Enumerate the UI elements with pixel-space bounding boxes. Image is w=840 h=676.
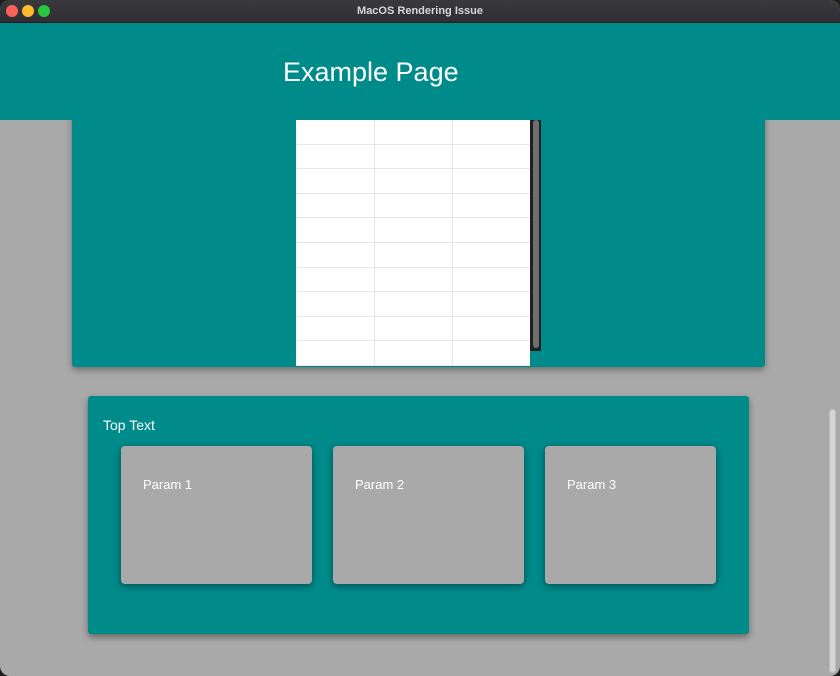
table-row[interactable] [296,340,530,366]
table-cell[interactable] [452,291,530,317]
table-cell[interactable] [374,168,453,194]
table-row[interactable] [296,316,530,342]
page-header: Example Page [0,23,840,120]
table-cell[interactable] [296,340,375,366]
table-row[interactable] [296,120,530,145]
window-title: MacOS Rendering Issue [357,5,483,17]
table-cell[interactable] [452,144,530,170]
table-cell[interactable] [452,316,530,342]
lower-card: Top Text Param 1 Param 2 Param 3 [88,396,749,634]
table-row[interactable] [296,144,530,170]
param-label: Param 3 [567,477,617,492]
table-row[interactable] [296,193,530,219]
data-table[interactable] [296,120,530,366]
window-scrollbar[interactable] [829,409,836,673]
table-scrollbar[interactable] [530,120,541,351]
table-row[interactable] [296,267,530,293]
table-row[interactable] [296,217,530,243]
table-row[interactable] [296,291,530,317]
table-cell[interactable] [374,193,453,219]
param-label: Param 1 [143,477,193,492]
top-text-label: Top Text [103,417,155,433]
table-cell[interactable] [374,267,453,293]
table-row[interactable] [296,242,530,268]
table-cell[interactable] [452,120,530,145]
table-cell[interactable] [452,193,530,219]
param-card-2[interactable]: Param 2 [333,446,524,584]
table-cell[interactable] [452,340,530,366]
table-cell[interactable] [452,217,530,243]
table-cell[interactable] [296,193,375,219]
table-cell[interactable] [374,217,453,243]
table-cell[interactable] [452,267,530,293]
table-cell[interactable] [374,316,453,342]
title-bar[interactable]: MacOS Rendering Issue [0,0,840,23]
table-cell[interactable] [296,242,375,268]
table-cell[interactable] [296,144,375,170]
table-cell[interactable] [452,242,530,268]
table-cell[interactable] [374,120,453,145]
app-window: MacOS Rendering Issue Example Page Top T… [0,0,840,676]
table-scrollbar-thumb[interactable] [533,120,539,348]
table-cell[interactable] [296,217,375,243]
page-title: Example Page [283,57,459,87]
table-row[interactable] [296,168,530,194]
table-cell[interactable] [374,144,453,170]
table-cell[interactable] [374,242,453,268]
table-cell[interactable] [296,316,375,342]
param-card-3[interactable]: Param 3 [545,446,716,584]
table-cell[interactable] [452,168,530,194]
param-card-1[interactable]: Param 1 [121,446,312,584]
table-cell[interactable] [296,168,375,194]
table-cell[interactable] [296,291,375,317]
table-cell[interactable] [374,291,453,317]
table-cell[interactable] [296,120,375,145]
param-label: Param 2 [355,477,405,492]
table-cell[interactable] [374,340,453,366]
table-cell[interactable] [296,267,375,293]
